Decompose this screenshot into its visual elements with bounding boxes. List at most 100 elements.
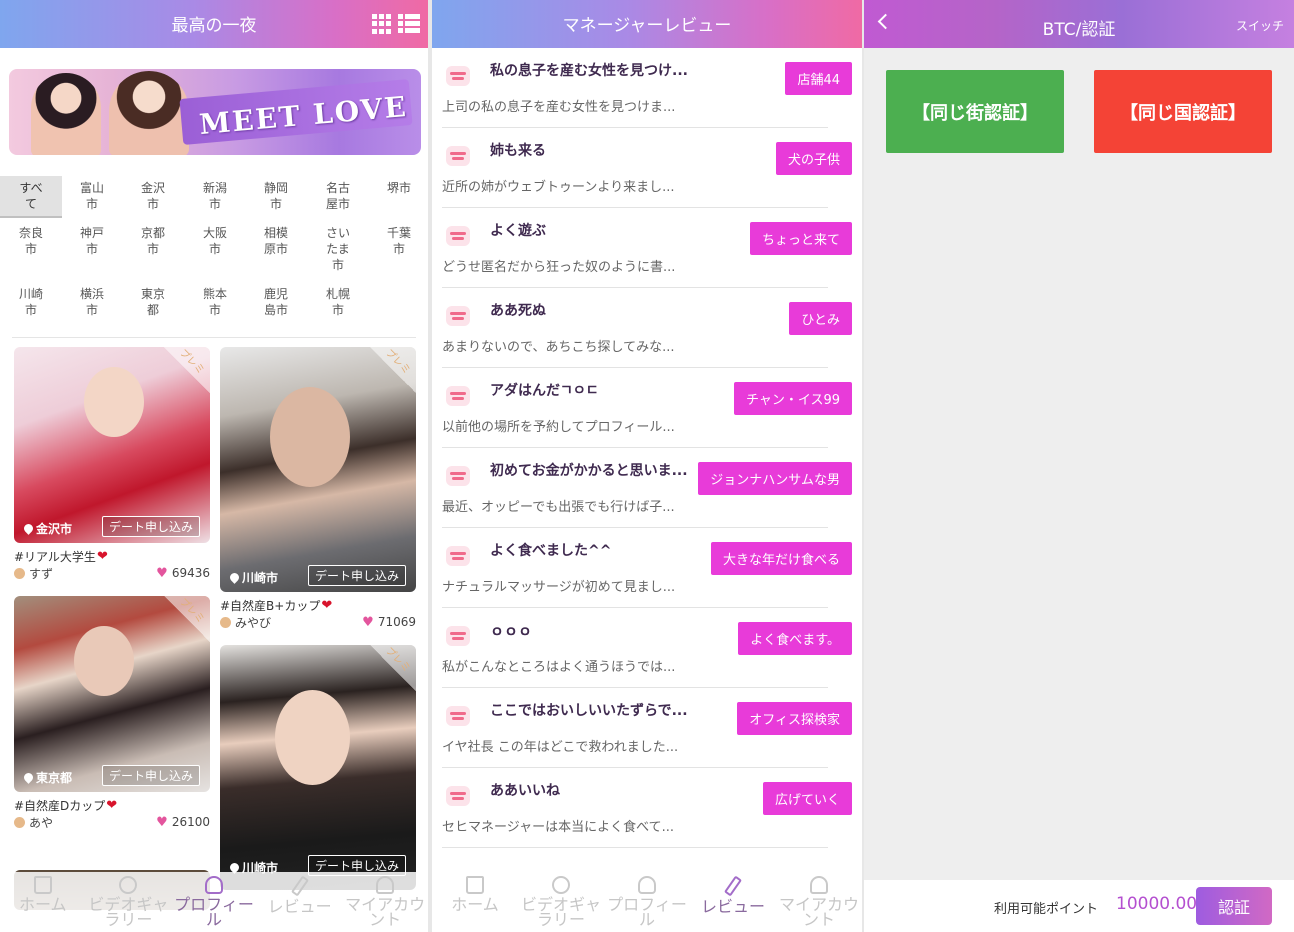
review-bubble-icon (446, 466, 470, 486)
city-tab[interactable]: 京都 市 (122, 225, 184, 257)
date-request-button[interactable]: デート申し込み (101, 765, 200, 786)
nav-my-account[interactable]: マイアカウ ント (776, 872, 862, 932)
city-tab[interactable]: 東京 都 (122, 286, 184, 318)
profile-card[interactable]: プレミ 川崎市 デート申し込み (220, 645, 416, 890)
heart-icon: ❤ (106, 797, 118, 813)
grid-view-icon[interactable] (372, 14, 392, 34)
city-tab[interactable]: 横浜 市 (61, 286, 123, 318)
nav-my-account[interactable]: マイアカウ ント (342, 872, 428, 932)
city-tab[interactable]: 相模 原市 (245, 225, 307, 257)
city-tab[interactable]: 新潟 市 (184, 180, 246, 212)
premium-corner: プレミ (370, 347, 416, 393)
review-item[interactable]: 私の息子を産む女性を見つけ... 上司の私の息子を産む女性を見つけま... 店舗… (442, 48, 852, 128)
review-item[interactable]: よく食べました^^ ナチュラルマッサージが初めて見まし... 大きな年だけ食べる (442, 528, 852, 608)
switch-link[interactable]: スイッチ (1236, 17, 1284, 34)
date-request-button[interactable]: デート申し込み (101, 516, 200, 537)
review-title: 私の息子を産む女性を見つけ... (490, 63, 688, 79)
same-country-verify-button[interactable]: 【同じ国認証】 (1094, 70, 1272, 153)
manager-tag[interactable]: ちょっと来て (749, 222, 852, 255)
city-tab[interactable]: 鹿児 島市 (245, 286, 307, 318)
likes: ♥ 69436 (156, 566, 210, 581)
nav-label: プロフィー ル (607, 895, 687, 929)
review-item[interactable]: ここではおいしいいたずらで... イヤ社長 この年はどこで救われました... オ… (442, 688, 852, 768)
manager-tag[interactable]: 大きな年だけ食べる (710, 542, 852, 575)
same-street-verify-button[interactable]: 【同じ街認証】 (886, 70, 1064, 153)
city-tab[interactable]: 金沢 市 (122, 180, 184, 212)
review-item[interactable]: 姉も来る 近所の姉がウェブトゥーンより来まし... 犬の子供 (442, 128, 852, 208)
nav-video-gallery[interactable]: ビデオギャ ラリー (86, 872, 172, 932)
city-tab[interactable]: 熊本 市 (184, 286, 246, 318)
city-tab[interactable]: 静岡 市 (245, 180, 307, 212)
review-item[interactable]: アダはんだㄱㅇㄷ 以前他の場所を予約してプロフィール... チャン・イス99 (442, 368, 852, 448)
nav-profile[interactable]: プロフィー ル (171, 872, 257, 932)
profile-card[interactable]: プレミ 川崎市 デート申し込み #自然産B+カップ ❤ みやび ♥ 71069 (220, 347, 416, 630)
profile-card[interactable]: プレミ 東京都 デート申し込み #自然産Dカップ ❤ あや ♥ 26100 (14, 596, 210, 830)
account-icon (810, 876, 828, 894)
review-item[interactable]: ああいいね セヒマネージャーは本当によく食べて... 広げていく (442, 768, 852, 848)
profile-author: あや (14, 814, 53, 831)
city-tab-all[interactable]: すべ て (0, 176, 62, 218)
like-heart-icon: ♥ (156, 565, 168, 581)
premium-corner: プレミ (370, 645, 416, 691)
nav-profile[interactable]: プロフィー ル (604, 872, 690, 932)
nav-review[interactable]: レビュー (257, 872, 343, 932)
page-title: マネージャーレビュー (562, 16, 732, 36)
profile-photo[interactable]: プレミ 金沢市 デート申し込み (14, 347, 210, 543)
city-tab[interactable]: 千葉 市 (368, 225, 428, 257)
review-bubble-icon (446, 306, 470, 326)
review-bubble-icon (446, 66, 470, 86)
profile-photo[interactable]: プレミ 東京都 デート申し込み (14, 596, 210, 792)
manager-tag[interactable]: オフィス探検家 (737, 702, 852, 735)
manager-tag[interactable]: 広げていく (762, 782, 852, 815)
city-tab[interactable]: 川崎 市 (0, 286, 62, 318)
profile-card[interactable]: プレミ 金沢市 デート申し込み #リアル大学生 ❤ すず ♥ 69436 (14, 347, 210, 581)
page-title: 最高の一夜 (171, 16, 257, 36)
city-tab[interactable]: 名古 屋市 (307, 180, 369, 212)
review-title: ここではおいしいいたずらで... (490, 703, 688, 719)
avatar (14, 567, 25, 579)
city-tab[interactable]: 堺市 (368, 180, 428, 196)
profile-photo[interactable]: プレミ 川崎市 デート申し込み (220, 347, 416, 592)
review-bubble-icon (446, 786, 470, 806)
profile-photo[interactable]: プレミ 川崎市 デート申し込み (220, 645, 416, 890)
city-tab[interactable]: 大阪 市 (184, 225, 246, 257)
review-item[interactable]: ｏｏｏ 私がこんなところはよく通うほうでは... よく食べます。 (442, 608, 852, 688)
promo-banner[interactable]: MEET LOVE (9, 69, 421, 155)
premium-label: プレミ (177, 347, 207, 377)
city-tab[interactable]: 富山 市 (61, 180, 123, 212)
list-view-icon[interactable] (398, 14, 420, 34)
manager-tag[interactable]: 犬の子供 (775, 142, 852, 175)
location: 東京都 (22, 769, 72, 786)
review-excerpt: 私がこんなところはよく通うほうでは... (442, 660, 676, 675)
likes: ♥ 71069 (362, 615, 416, 630)
nav-review[interactable]: レビュー (690, 872, 776, 932)
manager-tag[interactable]: ひとみ (789, 302, 852, 335)
banner-person-image (31, 73, 101, 155)
manager-tag[interactable]: ジョンナハンサムな男 (698, 462, 852, 495)
nav-home[interactable]: ホーム (432, 872, 518, 932)
nav-label: ビデオギャ ラリー (88, 895, 169, 929)
banner-person-image (109, 71, 189, 155)
city-tab[interactable]: 札幌 市 (307, 286, 369, 318)
city-tab[interactable]: さい たま 市 (307, 225, 369, 273)
verify-submit-button[interactable]: 認証 (1196, 887, 1272, 925)
nav-label: ホーム (19, 895, 67, 914)
nav-video-gallery[interactable]: ビデオギャ ラリー (518, 872, 604, 932)
premium-label: プレミ (383, 347, 413, 377)
review-item[interactable]: 初めてお金がかかると思いま... 最近、オッピーでも出張でも行けば子... ジョ… (442, 448, 852, 528)
heart-icon: ❤ (96, 548, 108, 564)
review-item[interactable]: ああ死ぬ あまりないので、あちこち探してみな... ひとみ (442, 288, 852, 368)
photo-figure (74, 626, 134, 696)
like-count: 71069 (377, 615, 416, 629)
review-item[interactable]: よく遊ぶ どうせ匿名だから狂った奴のように書... ちょっと来て (442, 208, 852, 288)
profile-name: みやび (235, 615, 272, 630)
date-request-button[interactable]: デート申し込み (307, 565, 406, 586)
manager-tag[interactable]: チャン・イス99 (733, 382, 852, 415)
city-tab[interactable]: 奈良 市 (0, 225, 62, 257)
photo-figure (270, 387, 350, 487)
profile-name: あや (29, 815, 54, 830)
nav-home[interactable]: ホーム (0, 872, 86, 932)
manager-tag[interactable]: 店舗44 (785, 62, 852, 95)
manager-tag[interactable]: よく食べます。 (738, 622, 852, 655)
city-tab[interactable]: 神戸 市 (61, 225, 123, 257)
